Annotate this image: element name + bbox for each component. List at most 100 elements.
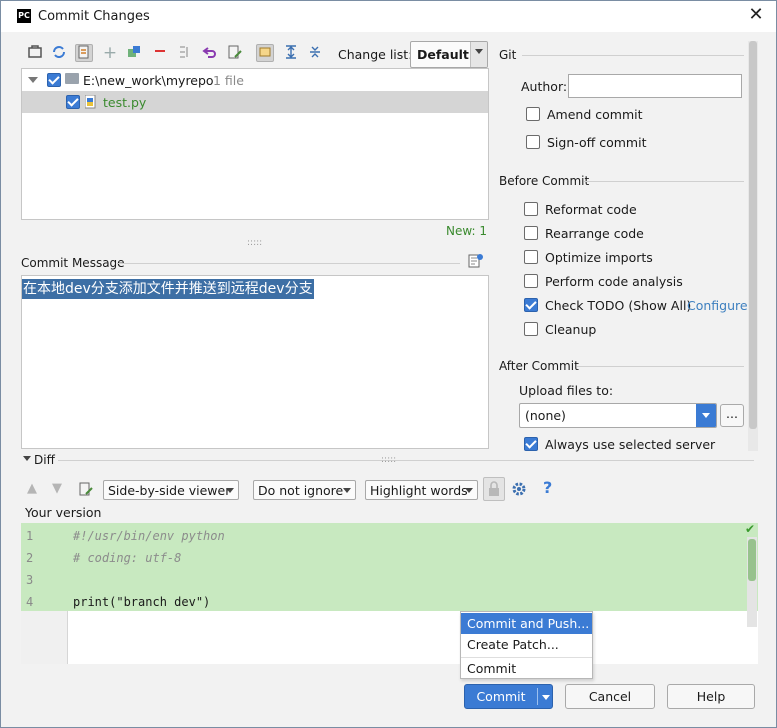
divider — [58, 460, 754, 461]
menu-item-commit-and-push[interactable]: Commit and Push... — [461, 613, 592, 634]
commit-changes-dialog: PC Commit Changes ✕ + Change list: Defau… — [0, 0, 777, 728]
root-checkbox[interactable] — [47, 73, 61, 87]
scrollbar-thumb[interactable] — [749, 41, 757, 429]
diff-scrollbar[interactable] — [747, 537, 757, 627]
reformat-code-label: Reformat code — [545, 202, 637, 217]
checkmark-icon: ✔ — [745, 522, 756, 536]
changelist-icon[interactable] — [256, 44, 274, 62]
edit-source-icon[interactable] — [226, 44, 244, 62]
delete-icon[interactable] — [151, 44, 169, 62]
rearrange-code-checkbox[interactable] — [524, 226, 538, 240]
commit-button-label: Commit — [476, 689, 526, 704]
ignore-whitespace-select[interactable]: Do not ignore — [253, 480, 356, 500]
menu-item-commit[interactable]: Commit — [461, 658, 592, 679]
changelist-select[interactable]: Default — [410, 41, 488, 68]
line-number: 4 — [26, 595, 34, 609]
diff-scrollbar-thumb[interactable] — [748, 539, 756, 581]
chevron-down-icon[interactable] — [28, 77, 38, 83]
ignore-whitespace-value: Do not ignore — [258, 483, 344, 498]
changelist-value: Default — [417, 47, 469, 62]
commit-message-text: 在本地dev分支添加文件并推送到远程dev分支 — [22, 279, 314, 299]
upload-more-button[interactable]: ... — [720, 404, 744, 427]
menu-item-create-patch[interactable]: Create Patch... — [461, 634, 592, 655]
close-icon[interactable]: ✕ — [745, 4, 767, 26]
before-commit-section-title: Before Commit — [499, 174, 590, 188]
splitter-grip-top[interactable]: ::::: — [247, 238, 262, 248]
root-path: E:\new_work\myrepo — [83, 73, 214, 88]
pycharm-app-icon: PC — [17, 9, 31, 23]
code-analysis-checkbox[interactable] — [524, 274, 538, 288]
divider — [577, 366, 744, 367]
diff-viewer-select[interactable]: Side-by-side viewer — [103, 480, 239, 500]
upload-files-label: Upload files to: — [519, 383, 614, 398]
cleanup-label: Cleanup — [545, 322, 597, 337]
divider — [118, 263, 460, 264]
commit-message-label: Commit Message — [21, 256, 125, 270]
undo-icon[interactable] — [201, 44, 219, 62]
changed-files-tree: E:\new_work\myrepo 1 file test.py — [21, 68, 489, 220]
reformat-code-checkbox[interactable] — [524, 202, 538, 216]
cancel-button[interactable]: Cancel — [565, 684, 655, 709]
expand-all-icon[interactable] — [282, 44, 300, 62]
previous-diff-icon[interactable]: ▲ — [27, 482, 41, 496]
amend-commit-label: Amend commit — [547, 107, 643, 122]
move-to-changelist-icon[interactable] — [125, 44, 143, 62]
always-server-label: Always use selected server — [545, 437, 716, 452]
always-server-checkbox[interactable] — [524, 437, 538, 451]
cleanup-checkbox[interactable] — [524, 322, 538, 336]
splitter-grip-bottom[interactable]: ::::: — [381, 455, 396, 465]
folder-icon — [65, 73, 79, 84]
highlight-value: Highlight words — [370, 483, 468, 498]
group-icon[interactable] — [176, 44, 194, 62]
commit-button[interactable]: Commit — [464, 684, 553, 709]
commit-options-menu: Commit and Push... Create Patch... Commi… — [460, 611, 593, 679]
highlight-select[interactable]: Highlight words — [365, 480, 478, 500]
file-checkbox[interactable] — [66, 95, 80, 109]
optimize-imports-checkbox[interactable] — [524, 250, 538, 264]
edit-source-diff-icon[interactable] — [78, 481, 94, 497]
signoff-commit-label: Sign-off commit — [547, 135, 647, 150]
commit-message-textarea[interactable]: 在本地dev分支添加文件并推送到远程dev分支 — [21, 275, 489, 449]
next-diff-icon[interactable]: ▼ — [52, 482, 66, 496]
upload-server-value: (none) — [525, 408, 566, 423]
divider — [522, 55, 744, 56]
collapse-all-icon[interactable] — [306, 44, 324, 62]
diff-collapse-icon[interactable] — [23, 456, 31, 461]
changelist-label: Change list: — [338, 47, 413, 62]
your-version-label: Your version — [25, 505, 102, 520]
diff-icon[interactable] — [75, 44, 93, 62]
line-number: 1 — [26, 529, 34, 543]
title-bar: PC Commit Changes ✕ — [1, 1, 776, 32]
root-file-count: 1 file — [213, 73, 244, 88]
diff-section-title: Diff — [34, 453, 55, 467]
right-panel-scrollbar[interactable] — [748, 41, 758, 451]
line-number: 2 — [26, 551, 34, 565]
author-label: Author: — [521, 79, 568, 94]
lock-icon[interactable] — [483, 477, 505, 501]
code-line: #!/usr/bin/env python — [73, 529, 225, 543]
add-icon[interactable]: + — [101, 44, 119, 62]
code-analysis-label: Perform code analysis — [545, 274, 683, 289]
gear-icon[interactable] — [511, 481, 527, 497]
divider — [584, 181, 744, 182]
signoff-commit-checkbox[interactable] — [526, 135, 540, 149]
help-button[interactable]: Help — [667, 684, 755, 709]
after-commit-section-title: After Commit — [499, 359, 579, 373]
upload-server-select[interactable]: (none) — [519, 403, 717, 428]
python-file-icon — [84, 94, 97, 109]
diff-editor[interactable]: 1 2 3 4 #!/usr/bin/env python # coding: … — [21, 523, 758, 664]
configure-link[interactable]: Configure — [687, 298, 748, 313]
author-input[interactable] — [568, 74, 742, 98]
tree-root-row[interactable]: E:\new_work\myrepo 1 file — [22, 69, 488, 91]
refresh-icon[interactable] — [26, 44, 44, 62]
tree-file-row[interactable]: test.py — [22, 91, 488, 113]
check-todo-checkbox[interactable] — [524, 298, 538, 312]
window-title: Commit Changes — [38, 9, 150, 24]
commit-message-history-icon[interactable] — [467, 252, 485, 268]
help-icon[interactable]: ? — [543, 479, 557, 497]
code-line: # coding: utf-8 — [73, 551, 182, 565]
sync-icon[interactable] — [50, 44, 68, 62]
chevron-down-icon[interactable] — [542, 695, 550, 700]
amend-commit-checkbox[interactable] — [526, 107, 540, 121]
diff-viewer-value: Side-by-side viewer — [108, 483, 231, 498]
